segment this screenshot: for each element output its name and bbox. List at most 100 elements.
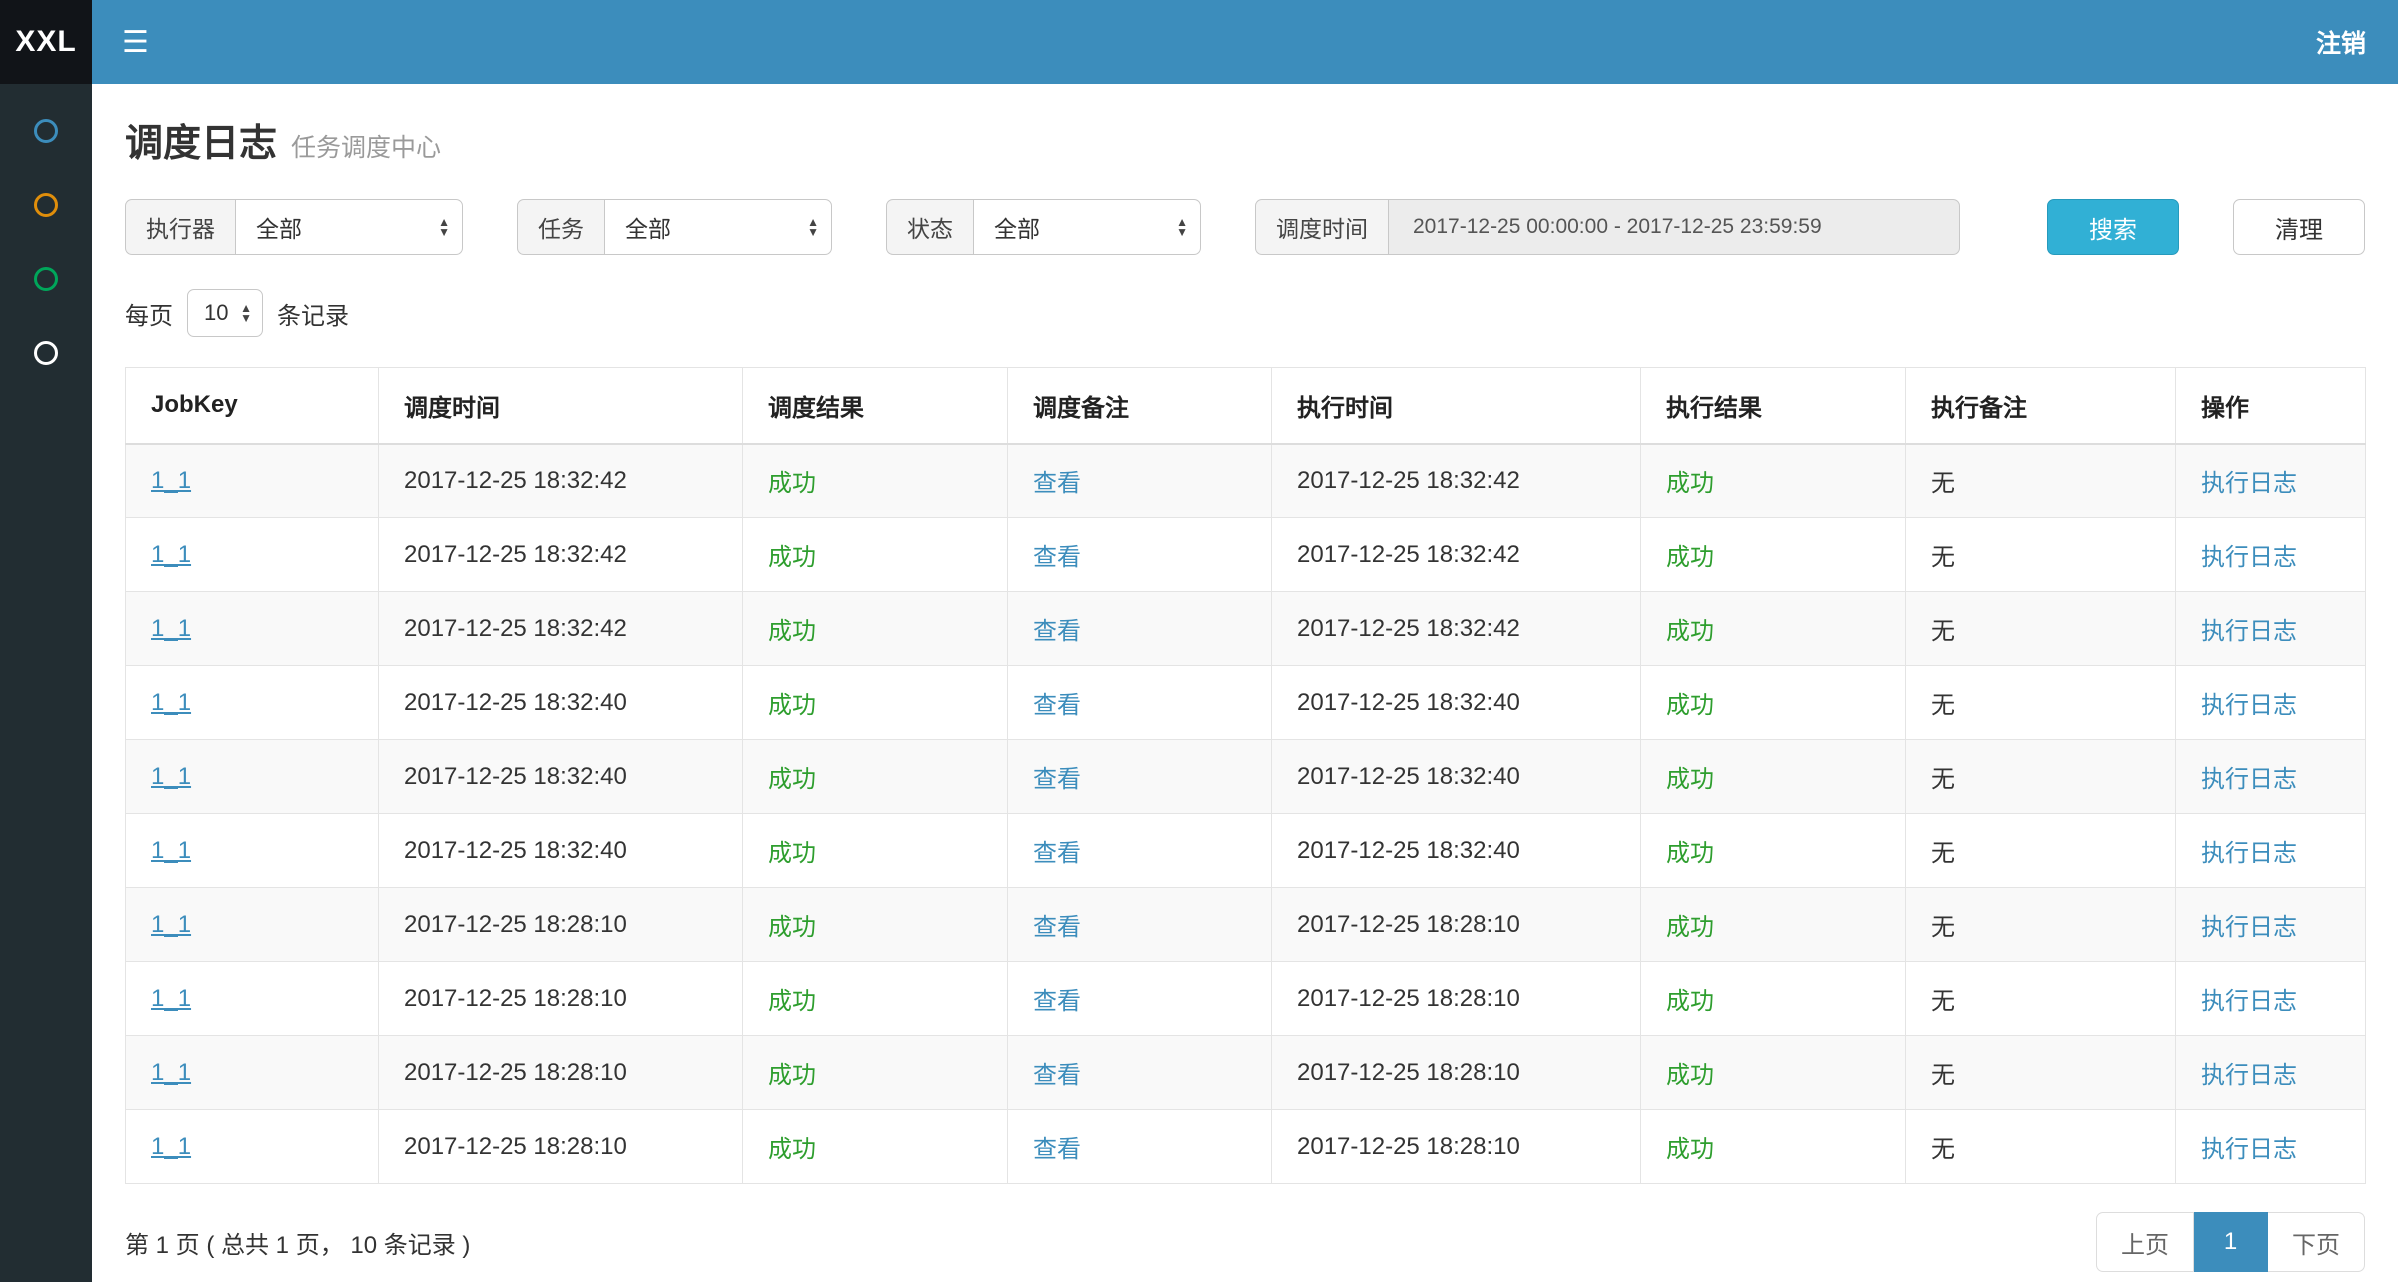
circle-icon: [34, 193, 58, 217]
page-size-suffix: 条记录: [277, 296, 349, 331]
handle-time-cell: 2017-12-25 18:32:40: [1272, 740, 1641, 814]
app-logo[interactable]: XXL: [0, 0, 92, 84]
trigger-msg-link[interactable]: 查看: [1033, 840, 1081, 867]
sidebar-item-3[interactable]: [0, 242, 92, 316]
jobkey-link[interactable]: 1_1: [151, 689, 191, 716]
table-row: 1_1 2017-12-25 18:28:10 成功 查看 2017-12-25…: [126, 1036, 2366, 1110]
trigger-result-text: 成功: [768, 618, 816, 645]
exec-log-link[interactable]: 执行日志: [2201, 470, 2297, 497]
trigger-msg-link[interactable]: 查看: [1033, 544, 1081, 571]
select-arrows-icon: ▲▼: [240, 303, 252, 323]
hamburger-icon[interactable]: ☰: [92, 0, 179, 84]
table-footer: 第 1 页 ( 总共 1 页， 10 条记录 ) 上页 1 下页: [125, 1212, 2365, 1282]
trigger-msg-link[interactable]: 查看: [1033, 914, 1081, 941]
job-select[interactable]: 全部 ▲▼: [604, 199, 832, 255]
jobkey-link[interactable]: 1_1: [151, 1059, 191, 1086]
trigger-time-range-input[interactable]: 2017-12-25 00:00:00 - 2017-12-25 23:59:5…: [1388, 199, 1960, 255]
col-header-trigger-msg: 调度备注: [1008, 368, 1272, 444]
jobkey-link[interactable]: 1_1: [151, 985, 191, 1012]
executor-filter-group: 执行器 全部 ▲▼: [125, 199, 463, 255]
table-row: 1_1 2017-12-25 18:32:42 成功 查看 2017-12-25…: [126, 444, 2366, 518]
table-row: 1_1 2017-12-25 18:32:42 成功 查看 2017-12-25…: [126, 518, 2366, 592]
sidebar-menu: [0, 84, 92, 1282]
col-header-handle-msg: 执行备注: [1906, 368, 2176, 444]
table-row: 1_1 2017-12-25 18:32:40 成功 查看 2017-12-25…: [126, 666, 2366, 740]
trigger-time-cell: 2017-12-25 18:28:10: [379, 1036, 743, 1110]
trigger-result-text: 成功: [768, 1136, 816, 1163]
handle-time-cell: 2017-12-25 18:32:42: [1272, 444, 1641, 518]
exec-log-link[interactable]: 执行日志: [2201, 1136, 2297, 1163]
jobkey-link[interactable]: 1_1: [151, 467, 191, 494]
page-size-value: 10: [204, 300, 228, 326]
status-filter-label: 状态: [886, 199, 973, 255]
handle-msg-cell: 无: [1906, 444, 2176, 518]
executor-select[interactable]: 全部 ▲▼: [235, 199, 463, 255]
trigger-msg-link[interactable]: 查看: [1033, 1062, 1081, 1089]
current-page-button[interactable]: 1: [2194, 1212, 2268, 1272]
exec-log-link[interactable]: 执行日志: [2201, 988, 2297, 1015]
clear-button[interactable]: 清理: [2233, 199, 2365, 255]
jobkey-link[interactable]: 1_1: [151, 837, 191, 864]
jobkey-link[interactable]: 1_1: [151, 911, 191, 938]
trigger-msg-link[interactable]: 查看: [1033, 618, 1081, 645]
exec-log-link[interactable]: 执行日志: [2201, 766, 2297, 793]
trigger-result-text: 成功: [768, 988, 816, 1015]
trigger-result-text: 成功: [768, 766, 816, 793]
table-row: 1_1 2017-12-25 18:32:40 成功 查看 2017-12-25…: [126, 740, 2366, 814]
jobkey-link[interactable]: 1_1: [151, 615, 191, 642]
circle-icon: [34, 267, 58, 291]
exec-log-link[interactable]: 执行日志: [2201, 914, 2297, 941]
trigger-msg-link[interactable]: 查看: [1033, 470, 1081, 497]
exec-log-link[interactable]: 执行日志: [2201, 618, 2297, 645]
handle-result-text: 成功: [1666, 766, 1714, 793]
trigger-msg-link[interactable]: 查看: [1033, 1136, 1081, 1163]
status-select-value: 全部: [994, 210, 1040, 244]
trigger-msg-link[interactable]: 查看: [1033, 766, 1081, 793]
handle-msg-cell: 无: [1906, 888, 2176, 962]
handle-result-text: 成功: [1666, 1136, 1714, 1163]
job-select-value: 全部: [625, 210, 671, 244]
executor-select-value: 全部: [256, 210, 302, 244]
handle-msg-cell: 无: [1906, 592, 2176, 666]
table-row: 1_1 2017-12-25 18:28:10 成功 查看 2017-12-25…: [126, 888, 2366, 962]
col-header-trigger-time: 调度时间: [379, 368, 743, 444]
exec-log-link[interactable]: 执行日志: [2201, 692, 2297, 719]
jobkey-link[interactable]: 1_1: [151, 763, 191, 790]
jobkey-link[interactable]: 1_1: [151, 1133, 191, 1160]
handle-msg-cell: 无: [1906, 1110, 2176, 1184]
trigger-result-text: 成功: [768, 914, 816, 941]
handle-time-cell: 2017-12-25 18:28:10: [1272, 962, 1641, 1036]
exec-log-link[interactable]: 执行日志: [2201, 1062, 2297, 1089]
table-row: 1_1 2017-12-25 18:28:10 成功 查看 2017-12-25…: [126, 962, 2366, 1036]
handle-msg-cell: 无: [1906, 814, 2176, 888]
logout-link[interactable]: 注销: [2284, 0, 2398, 84]
handle-result-text: 成功: [1666, 618, 1714, 645]
table-row: 1_1 2017-12-25 18:32:40 成功 查看 2017-12-25…: [126, 814, 2366, 888]
table-header-row: JobKey 调度时间 调度结果 调度备注 执行时间 执行结果 执行备注 操作: [126, 368, 2366, 444]
trigger-time-cell: 2017-12-25 18:32:40: [379, 740, 743, 814]
jobkey-link[interactable]: 1_1: [151, 541, 191, 568]
trigger-msg-link[interactable]: 查看: [1033, 692, 1081, 719]
handle-time-cell: 2017-12-25 18:28:10: [1272, 888, 1641, 962]
handle-msg-cell: 无: [1906, 666, 2176, 740]
page-size-select[interactable]: 10 ▲▼: [187, 289, 263, 337]
next-page-button[interactable]: 下页: [2268, 1212, 2365, 1272]
sidebar-item-4[interactable]: [0, 316, 92, 390]
trigger-time-cell: 2017-12-25 18:32:42: [379, 444, 743, 518]
col-header-action: 操作: [2176, 368, 2366, 444]
sidebar-item-2[interactable]: [0, 168, 92, 242]
exec-log-link[interactable]: 执行日志: [2201, 840, 2297, 867]
search-button[interactable]: 搜索: [2047, 199, 2179, 255]
handle-time-cell: 2017-12-25 18:32:40: [1272, 666, 1641, 740]
trigger-time-cell: 2017-12-25 18:32:40: [379, 814, 743, 888]
trigger-result-text: 成功: [768, 544, 816, 571]
handle-time-cell: 2017-12-25 18:32:42: [1272, 518, 1641, 592]
trigger-time-cell: 2017-12-25 18:32:42: [379, 592, 743, 666]
status-select[interactable]: 全部 ▲▼: [973, 199, 1201, 255]
trigger-msg-link[interactable]: 查看: [1033, 988, 1081, 1015]
trigger-result-text: 成功: [768, 470, 816, 497]
exec-log-link[interactable]: 执行日志: [2201, 544, 2297, 571]
sidebar-item-1[interactable]: [0, 94, 92, 168]
trigger-time-filter-label: 调度时间: [1255, 199, 1388, 255]
prev-page-button[interactable]: 上页: [2096, 1212, 2194, 1272]
